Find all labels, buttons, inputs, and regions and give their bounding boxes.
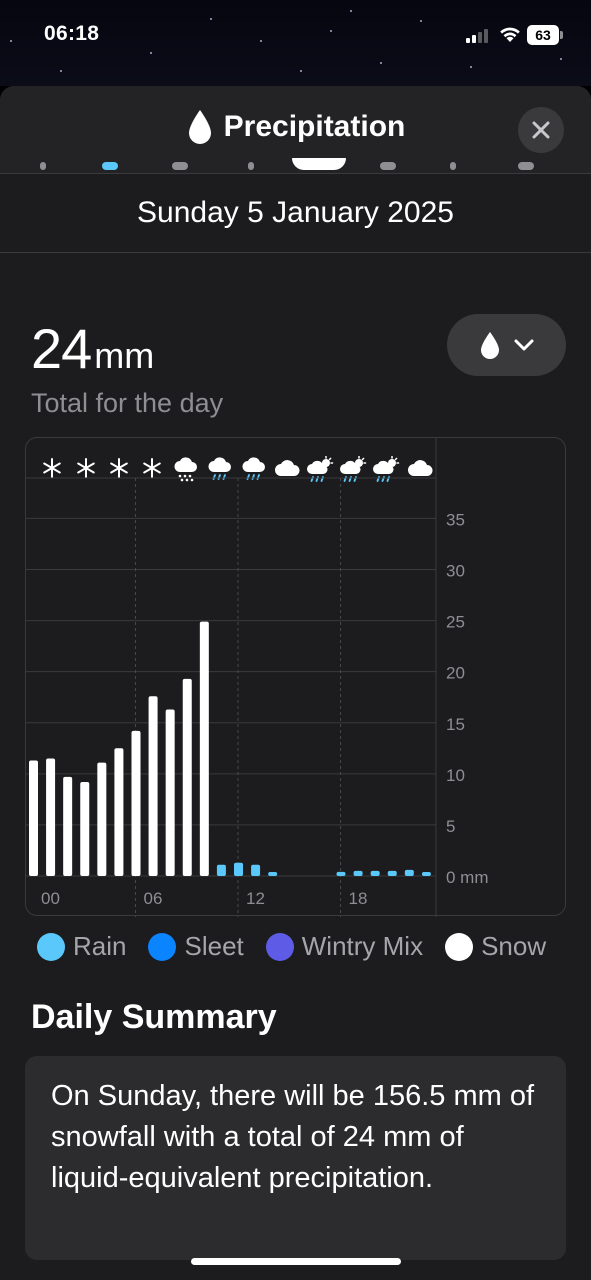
legend-swatch xyxy=(265,932,294,961)
bar-hour-21 xyxy=(387,870,397,876)
bar-hour-14 xyxy=(268,872,278,876)
y-tick-label: 25 xyxy=(446,613,465,632)
legend-item-snow: Snow xyxy=(445,931,546,962)
daily-total: 24 mm xyxy=(31,316,154,381)
metric-selector-button[interactable] xyxy=(447,314,566,376)
bar-hour-18 xyxy=(336,871,346,876)
bar-hour-10 xyxy=(199,621,209,876)
bar-hour-12 xyxy=(234,862,243,876)
daily-summary-card: On Sunday, there will be 156.5 mm of sno… xyxy=(25,1056,566,1260)
raindrop-icon xyxy=(480,332,499,359)
daily-summary-heading: Daily Summary xyxy=(31,998,277,1036)
x-tick-label: 00 xyxy=(41,889,60,908)
precipitation-sheet: Precipitation Sunday 5 January 2025 24 m… xyxy=(0,86,591,1280)
bar-hour-01 xyxy=(46,758,56,876)
bar-hour-08 xyxy=(165,709,175,876)
cellular-signal-icon xyxy=(466,29,488,43)
daily-summary-text: On Sunday, there will be 156.5 mm of sno… xyxy=(51,1080,535,1194)
sheet-header: Precipitation xyxy=(0,86,591,174)
bar-hour-22 xyxy=(404,869,414,876)
raindrop-icon xyxy=(188,110,211,144)
bar-hour-03 xyxy=(80,782,90,876)
precipitation-chart[interactable]: 35 30 25 20 15 10 5 0 mm 00 06 12 18 xyxy=(25,437,566,917)
divider xyxy=(0,252,591,253)
sheet-title: Precipitation xyxy=(223,110,406,143)
x-tick-label: 06 xyxy=(144,889,163,908)
home-indicator[interactable] xyxy=(191,1258,401,1265)
total-unit: mm xyxy=(94,335,155,376)
legend-label: Snow xyxy=(481,931,547,961)
bar-hour-00 xyxy=(29,760,38,876)
bar-hour-07 xyxy=(148,696,158,876)
bar-hour-13 xyxy=(251,864,261,876)
chevron-down-icon xyxy=(514,339,533,351)
bar-hour-02 xyxy=(63,776,73,876)
chart-legend: Rain Sleet Wintry Mix Snow xyxy=(37,931,546,962)
close-button[interactable] xyxy=(518,107,564,153)
bar-hour-04 xyxy=(97,762,107,876)
legend-label: Sleet xyxy=(184,931,244,961)
bar-hour-23 xyxy=(421,872,431,876)
legend-swatch xyxy=(148,932,177,961)
legend-label: Rain xyxy=(73,931,127,961)
bar-hour-06 xyxy=(131,730,141,876)
x-tick-label: 12 xyxy=(246,889,265,908)
y-tick-label: 0 mm xyxy=(446,868,489,887)
status-bar: 06:18 63 xyxy=(0,0,591,86)
y-tick-label: 20 xyxy=(446,664,465,683)
status-time: 06:18 xyxy=(44,22,100,45)
y-tick-label: 15 xyxy=(446,715,465,734)
bar-hour-20 xyxy=(370,870,380,876)
y-tick-label: 35 xyxy=(446,510,465,529)
battery-level: 63 xyxy=(527,25,559,45)
selected-date: Sunday 5 January 2025 xyxy=(137,196,454,229)
legend-item-wintry-mix: Wintry Mix xyxy=(265,931,424,962)
close-icon xyxy=(532,121,550,139)
day-picker-strip[interactable] xyxy=(0,158,591,173)
y-tick-label: 30 xyxy=(446,562,465,581)
legend-item-sleet: Sleet xyxy=(148,931,244,962)
x-tick-label: 18 xyxy=(349,889,368,908)
chart-svg: 35 30 25 20 15 10 5 0 mm 00 06 12 18 xyxy=(26,438,489,917)
bar-hour-11 xyxy=(216,864,226,876)
battery-icon: 63 xyxy=(527,25,563,45)
wifi-icon xyxy=(500,27,520,42)
y-tick-label: 10 xyxy=(446,766,465,785)
bar-hour-05 xyxy=(114,748,124,876)
legend-label: Wintry Mix xyxy=(301,931,424,961)
bar-hour-09 xyxy=(182,678,192,876)
total-value: 24 xyxy=(31,317,92,380)
legend-item-rain: Rain xyxy=(37,931,126,962)
total-label: Total for the day xyxy=(31,388,224,418)
legend-swatch xyxy=(445,932,474,961)
bar-hour-19 xyxy=(353,870,363,876)
y-tick-label: 5 xyxy=(446,817,455,836)
legend-swatch xyxy=(37,932,65,961)
